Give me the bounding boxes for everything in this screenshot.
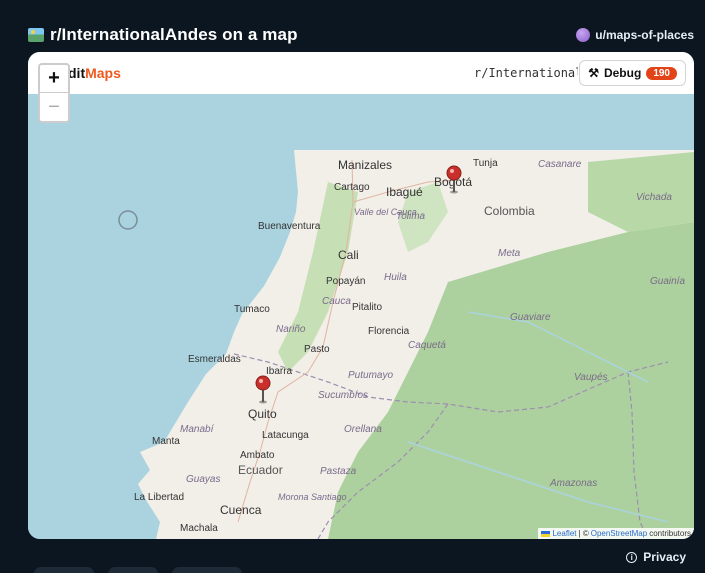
- place-label: Orellana: [344, 424, 382, 435]
- place-label: Pastaza: [320, 466, 357, 477]
- debug-label: Debug: [603, 66, 642, 80]
- place-label: Ambato: [240, 450, 275, 461]
- place-label: Machala: [180, 523, 218, 534]
- attribution-separator: | ©: [578, 529, 589, 538]
- place-label: Colombia: [484, 204, 535, 218]
- author-name[interactable]: u/maps-of-places: [595, 28, 694, 42]
- place-label: Cartago: [334, 182, 370, 193]
- place-label: Ibagué: [386, 185, 423, 199]
- place-label: Cuenca: [220, 503, 262, 517]
- place-label: Esmeraldas: [188, 354, 241, 365]
- place-label: Ecuador: [238, 463, 283, 477]
- ukraine-flag-icon: [541, 530, 551, 537]
- brand-accent: Maps: [85, 65, 121, 81]
- subreddit-name: r/International: [474, 66, 578, 80]
- brand-prefix: dit: [68, 65, 86, 81]
- place-label: Tunja: [473, 158, 498, 169]
- author-link[interactable]: u/maps-of-places: [576, 28, 694, 42]
- place-label: Morona Santiago: [278, 492, 347, 502]
- zoom-in-button[interactable]: +: [40, 65, 68, 93]
- bottom-action-pill[interactable]: [172, 567, 242, 573]
- post-title: r/InternationalAndes on a map: [28, 25, 298, 45]
- map-icon: [28, 28, 44, 42]
- place-label: Sucumbíos: [318, 390, 368, 401]
- map-attribution: Leaflet | © OpenStreetMap contributors: [538, 528, 694, 539]
- post-title-text: r/InternationalAndes on a map: [50, 25, 298, 44]
- place-label: Amazonas: [549, 478, 597, 489]
- place-label: Putumayo: [348, 370, 393, 381]
- map-toolbar: ditMaps r/International ⚒ Debug 190: [28, 52, 694, 94]
- place-label: Tolima: [396, 211, 426, 222]
- place-label: Manabí: [180, 424, 215, 435]
- place-label: Pitalito: [352, 302, 382, 313]
- place-label: Casanare: [538, 159, 582, 170]
- place-label: Latacunga: [262, 430, 309, 441]
- brand-logo[interactable]: ditMaps: [68, 65, 121, 81]
- place-label: Manizales: [338, 158, 392, 172]
- place-label: Meta: [498, 248, 521, 259]
- map-card: Manizales Tunja Casanare Cartago Ibagué …: [28, 52, 694, 539]
- place-label: Caquetá: [408, 340, 446, 351]
- place-label: Florencia: [368, 326, 410, 337]
- place-label: Vaupés: [574, 372, 608, 383]
- bottom-action-pill[interactable]: [108, 567, 158, 573]
- zoom-out-button[interactable]: −: [40, 93, 68, 121]
- attribution-suffix: contributors: [649, 529, 691, 538]
- leaflet-link[interactable]: Leaflet: [552, 529, 576, 538]
- info-icon: i: [626, 551, 638, 563]
- place-label: Popayán: [326, 276, 365, 287]
- place-label: Tumaco: [234, 304, 270, 315]
- bottom-action-pill[interactable]: [34, 567, 94, 573]
- place-label: Ibarra: [266, 366, 293, 377]
- place-label: Pasto: [304, 344, 330, 355]
- debug-button[interactable]: ⚒ Debug 190: [579, 60, 686, 86]
- map-canvas[interactable]: Manizales Tunja Casanare Cartago Ibagué …: [28, 52, 694, 539]
- privacy-label[interactable]: Privacy: [643, 550, 686, 564]
- place-label: Vichada: [636, 192, 672, 203]
- place-label: Cali: [338, 248, 359, 262]
- place-label: La Libertad: [134, 492, 184, 503]
- place-label: Buenaventura: [258, 221, 321, 232]
- tools-icon: ⚒: [588, 66, 599, 80]
- place-label: Cauca: [322, 296, 351, 307]
- debug-count-badge: 190: [646, 66, 677, 80]
- avatar: [576, 28, 591, 42]
- place-label: Manta: [152, 436, 180, 447]
- post-header: r/InternationalAndes on a map u/maps-of-…: [28, 22, 694, 48]
- place-label: Guayas: [186, 474, 220, 485]
- privacy-link[interactable]: i Privacy: [626, 550, 686, 564]
- zoom-control: + −: [38, 63, 70, 123]
- osm-link[interactable]: OpenStreetMap: [591, 529, 647, 538]
- place-label: Nariño: [276, 324, 306, 335]
- place-label: Guaviare: [510, 312, 551, 323]
- place-label: Huila: [384, 272, 407, 283]
- place-label: Guainía: [650, 276, 685, 287]
- place-label: Quito: [248, 407, 277, 421]
